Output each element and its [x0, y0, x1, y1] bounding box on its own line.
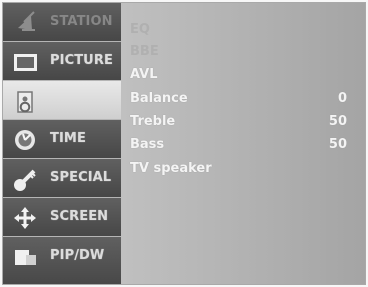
- bass-menu-item[interactable]: Bass 50: [130, 135, 347, 155]
- pip-window-icon: [15, 250, 36, 265]
- sidebar-item-label: STATION: [50, 14, 113, 29]
- speaker-icon: [17, 91, 33, 113]
- avl-menu-item[interactable]: AVL: [130, 65, 347, 85]
- row-label: Treble: [130, 114, 176, 129]
- sidebar-item-label: TIME: [50, 131, 86, 146]
- balance-value: 0: [337, 91, 347, 106]
- key-icon: [14, 169, 36, 191]
- sidebar-item-screen[interactable]: SCREEN: [3, 198, 121, 237]
- sidebar-item-time[interactable]: TIME: [3, 120, 121, 159]
- treble-menu-item[interactable]: Treble 50: [130, 112, 347, 132]
- balance-menu-item[interactable]: Balance 0: [130, 89, 347, 109]
- eq-menu-item[interactable]: EQ: [130, 20, 347, 40]
- row-label: Bass: [130, 137, 165, 152]
- row-label: EQ: [130, 22, 150, 37]
- tv-speaker-menu-item[interactable]: TV speaker: [130, 159, 347, 179]
- clock-icon: [15, 130, 35, 150]
- menu-sidebar: STATION PICTURE TIME SPECIAL SCREEN PIP/…: [3, 3, 121, 284]
- audio-settings-menu: STATION PICTURE TIME SPECIAL SCREEN PIP/…: [2, 2, 366, 285]
- sidebar-item-special[interactable]: SPECIAL: [3, 159, 121, 198]
- sidebar-item-pip-dw[interactable]: PIP/DW: [3, 237, 121, 284]
- bbe-menu-item[interactable]: BBE: [130, 42, 347, 62]
- move-arrows-icon: [14, 207, 36, 229]
- tv-screen-icon: [14, 54, 37, 71]
- row-label: TV speaker: [130, 161, 212, 176]
- satellite-dish-icon: [18, 11, 35, 31]
- sidebar-item-audio[interactable]: [3, 81, 121, 120]
- sidebar-item-station[interactable]: STATION: [3, 3, 121, 42]
- sidebar-item-label: SCREEN: [50, 209, 109, 224]
- tv-osd-screen: STATION PICTURE TIME SPECIAL SCREEN PIP/…: [0, 0, 368, 287]
- sidebar-item-label: PICTURE: [50, 53, 113, 68]
- row-label: Balance: [130, 91, 188, 106]
- row-label: BBE: [130, 44, 159, 59]
- audio-options-panel: EQ BBE AVL Balance 0 Treble 50 Bass 50 T…: [121, 3, 365, 284]
- treble-value: 50: [328, 114, 347, 129]
- sidebar-item-label: PIP/DW: [50, 248, 105, 263]
- bass-value: 50: [328, 137, 347, 152]
- sidebar-item-label: SPECIAL: [50, 170, 112, 185]
- sidebar-item-picture[interactable]: PICTURE: [3, 42, 121, 81]
- row-label: AVL: [130, 67, 158, 82]
